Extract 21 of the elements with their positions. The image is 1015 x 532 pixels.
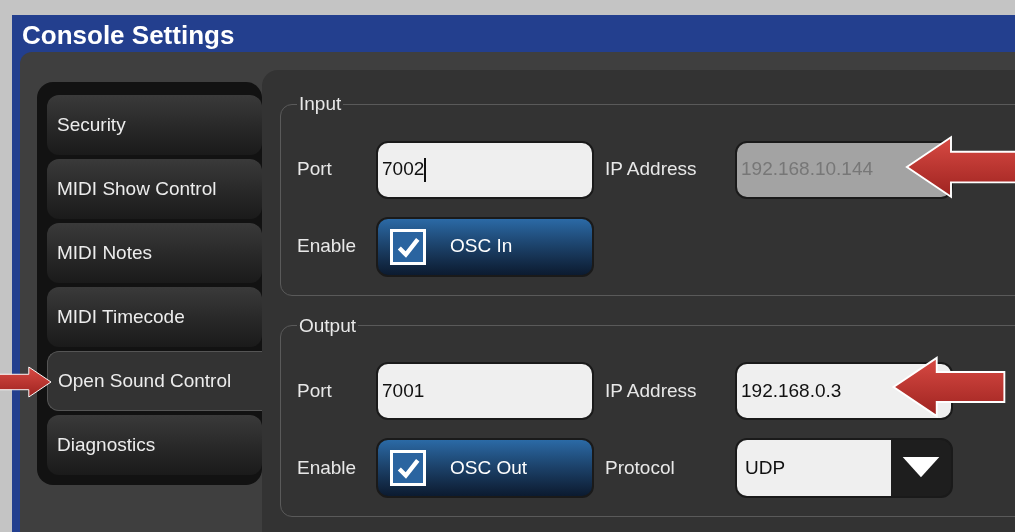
- sidebar-tab[interactable]: Diagnostics: [47, 415, 262, 475]
- text-field[interactable]: 7001: [376, 362, 594, 420]
- field-label: Enable: [297, 234, 358, 259]
- toggle-button[interactable]: OSC In: [376, 216, 594, 277]
- field-label: IP Address: [604, 157, 698, 182]
- sidebar-tab[interactable]: MIDI Timecode: [47, 287, 262, 347]
- text-field[interactable]: 7002: [376, 140, 594, 199]
- field-label: Port: [297, 378, 333, 403]
- group-title: Output: [298, 313, 358, 338]
- protocol-dropdown[interactable]: UDP: [735, 438, 953, 498]
- field-label: IP Address: [604, 378, 698, 403]
- sidebar-tab[interactable]: MIDI Show Control: [47, 159, 262, 219]
- field-label: Enable: [297, 455, 358, 480]
- group-title: Input: [298, 92, 343, 116]
- sidebar-tab[interactable]: Open Sound Control: [47, 351, 262, 411]
- sidebar-tab[interactable]: Security: [47, 95, 262, 155]
- field-label: Protocol: [604, 455, 676, 480]
- sidebar-tab[interactable]: MIDI Notes: [47, 223, 262, 283]
- toggle-button[interactable]: OSC Out: [376, 438, 594, 498]
- field-label: Port: [297, 157, 333, 182]
- window-title: Console Settings: [21, 19, 236, 52]
